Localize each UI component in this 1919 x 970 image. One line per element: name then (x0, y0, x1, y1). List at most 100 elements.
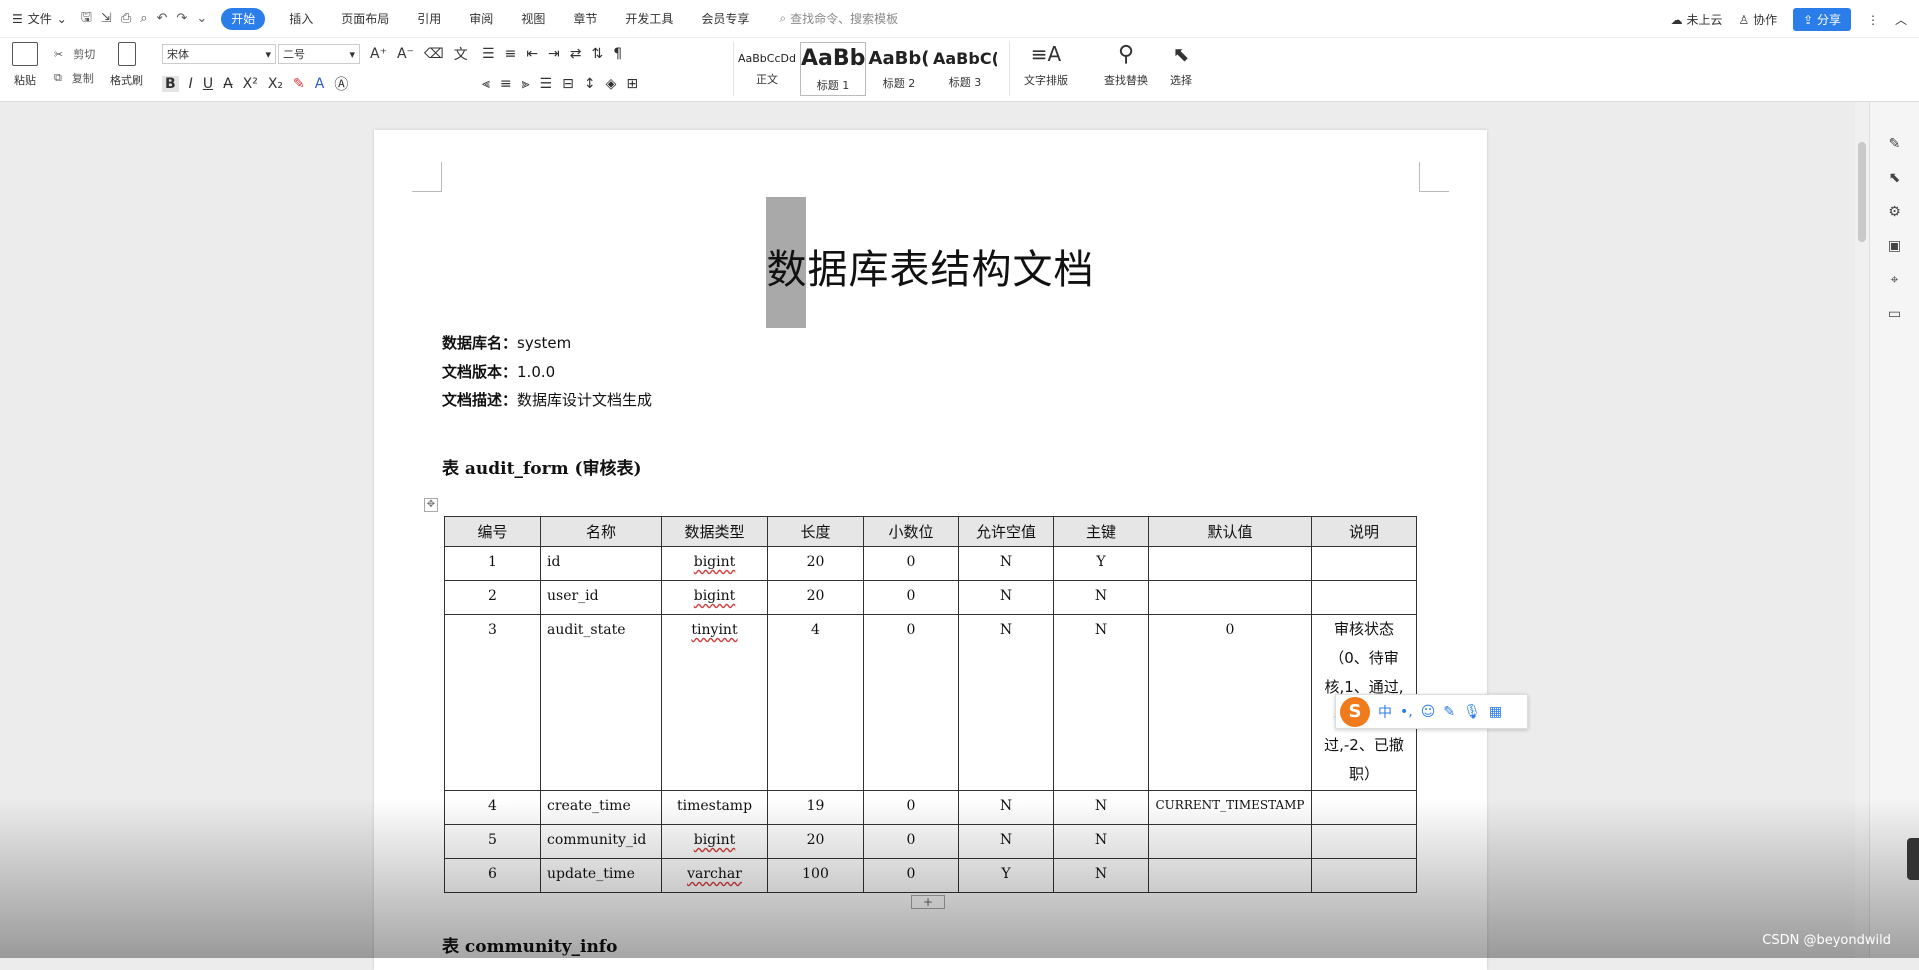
phonetic-icon[interactable]: 文 (454, 44, 468, 64)
scrollbar-thumb[interactable] (1858, 142, 1866, 242)
cloud-status[interactable]: ☁ 未上云 (1671, 11, 1723, 28)
table-row[interactable]: 2 user_id bigint 20 0 N N (445, 581, 1417, 615)
text-layout-button[interactable]: ≡A 文字排版 (1024, 42, 1068, 88)
export-icon[interactable]: ⇲ (101, 11, 112, 26)
cell-decimals[interactable]: 0 (864, 547, 959, 581)
cell-decimals[interactable]: 0 (864, 859, 959, 893)
cell-nullable[interactable]: Y (959, 859, 1054, 893)
char-border-icon[interactable]: Ⓐ (334, 74, 348, 94)
select-button[interactable]: ⬉ 选择 (1170, 42, 1192, 88)
undo-icon[interactable]: ↶ (157, 11, 168, 26)
cell-nullable[interactable]: N (959, 791, 1054, 825)
cell-desc[interactable] (1312, 859, 1417, 893)
cell-pk[interactable]: N (1054, 825, 1149, 859)
cell-type[interactable]: bigint (662, 581, 768, 615)
cell-length[interactable]: 4 (768, 615, 864, 791)
table2-heading[interactable]: 表 community_info (442, 932, 617, 957)
tab-references[interactable]: 引用 (403, 8, 455, 30)
table-row[interactable]: 5 community_id bigint 20 0 N N (445, 825, 1417, 859)
bullet-list-icon[interactable]: ☰ (482, 46, 495, 62)
cell-name[interactable]: create_time (541, 791, 662, 825)
style-normal[interactable]: AaBbCcDd 正文 (734, 42, 800, 96)
cell-nullable[interactable]: N (959, 581, 1054, 615)
cell-pk[interactable]: N (1054, 791, 1149, 825)
cell-pk[interactable]: N (1054, 859, 1149, 893)
borders-icon[interactable]: ⊞ (626, 76, 638, 92)
paste-button[interactable]: 粘贴 (12, 42, 38, 88)
decrease-indent-icon[interactable]: ⇤ (526, 46, 538, 62)
microphone-icon[interactable]: 🎙 (1463, 704, 1481, 720)
save-icon[interactable]: 🖫 (81, 8, 92, 30)
toolbox-icon[interactable]: ▦ (1489, 704, 1502, 720)
superscript-icon[interactable]: X² (243, 76, 258, 92)
punctuation-icon[interactable]: •, (1400, 704, 1413, 720)
cell-desc[interactable] (1312, 791, 1417, 825)
align-left-icon[interactable]: ⫷ (482, 76, 490, 92)
cut-button[interactable]: ✂剪切 (54, 42, 95, 66)
cell-no[interactable]: 1 (445, 547, 541, 581)
collab-button[interactable]: ♙ 协作 (1738, 11, 1777, 28)
cell-decimals[interactable]: 0 (864, 825, 959, 859)
book-icon[interactable]: ▭ (1888, 306, 1901, 322)
cell-default[interactable] (1149, 547, 1312, 581)
redo-icon[interactable]: ↷ (176, 11, 187, 26)
table-row[interactable]: 3 audit_state tinyint 4 0 N N 0 审核状态 （0、… (445, 615, 1417, 791)
cell-decimals[interactable]: 0 (864, 581, 959, 615)
numbered-list-icon[interactable]: ≡ (505, 46, 517, 62)
sliders-icon[interactable]: ⚙ (1888, 204, 1901, 220)
format-painter-button[interactable]: 格式刷 (110, 42, 143, 88)
style-heading-3[interactable]: AaBbC( 标题 3 (932, 42, 998, 96)
tab-review[interactable]: 审阅 (455, 8, 507, 30)
image-icon[interactable]: ▣ (1888, 238, 1901, 254)
cell-no[interactable]: 2 (445, 581, 541, 615)
ime-logo-icon[interactable]: S (1340, 697, 1370, 727)
cell-pk[interactable]: Y (1054, 547, 1149, 581)
cell-name[interactable]: update_time (541, 859, 662, 893)
table-row[interactable]: 1 id bigint 20 0 N Y (445, 547, 1417, 581)
justify-icon[interactable]: ☰ (540, 76, 553, 92)
bold-icon[interactable]: B (162, 76, 179, 92)
share-button[interactable]: ⇪ 分享 (1793, 8, 1851, 31)
cell-type[interactable]: tinyint (662, 615, 768, 791)
pointer-icon[interactable]: ⬉ (1889, 170, 1901, 186)
text-direction-icon[interactable]: ⇄ (570, 46, 582, 62)
document-page[interactable]: 数据库表结构文档 数据库名：system 文档版本：1.0.0 文档描述：数据库… (374, 130, 1487, 970)
document-title[interactable]: 数据库表结构文档 (374, 237, 1487, 295)
handwrite-icon[interactable]: ✎ (1443, 704, 1455, 720)
version-line[interactable]: 文档版本：1.0.0 (442, 361, 555, 382)
clear-format-icon[interactable]: ⌫ (424, 46, 444, 62)
cell-decimals[interactable]: 0 (864, 791, 959, 825)
underline-icon[interactable]: U (203, 76, 213, 92)
cell-desc[interactable] (1312, 825, 1417, 859)
more-icon[interactable]: ⋮ (1867, 13, 1879, 27)
line-spacing-icon[interactable]: ↕ (584, 76, 596, 92)
description-line[interactable]: 文档描述：数据库设计文档生成 (442, 389, 652, 410)
tab-view[interactable]: 视图 (507, 8, 559, 30)
cell-nullable[interactable]: N (959, 547, 1054, 581)
cell-nullable[interactable]: N (959, 615, 1054, 791)
cell-no[interactable]: 4 (445, 791, 541, 825)
cell-nullable[interactable]: N (959, 825, 1054, 859)
pen-icon[interactable]: ✎ (1889, 136, 1901, 152)
cell-type[interactable]: bigint (662, 547, 768, 581)
print-preview-icon[interactable]: ⌕ (140, 11, 147, 26)
vertical-scrollbar[interactable] (1855, 102, 1869, 958)
cell-no[interactable]: 3 (445, 615, 541, 791)
tab-developer[interactable]: 开发工具 (611, 8, 687, 30)
tab-page-layout[interactable]: 页面布局 (327, 8, 403, 30)
location-icon[interactable]: ⌖ (1891, 272, 1899, 288)
tab-section[interactable]: 章节 (559, 8, 611, 30)
add-row-button[interactable]: + (911, 895, 945, 909)
grow-font-icon[interactable]: A⁺ (370, 46, 387, 62)
cell-no[interactable]: 6 (445, 859, 541, 893)
cell-default[interactable] (1149, 859, 1312, 893)
cell-default[interactable]: CURRENT_TIMESTAMP (1149, 791, 1312, 825)
cell-no[interactable]: 5 (445, 825, 541, 859)
cell-default[interactable]: 0 (1149, 615, 1312, 791)
cell-length[interactable]: 20 (768, 581, 864, 615)
style-heading-2[interactable]: AaBb( 标题 2 (866, 42, 932, 96)
cell-length[interactable]: 20 (768, 825, 864, 859)
cell-type[interactable]: varchar (662, 859, 768, 893)
italic-icon[interactable]: I (189, 76, 193, 92)
db-name-line[interactable]: 数据库名：system (442, 332, 571, 353)
